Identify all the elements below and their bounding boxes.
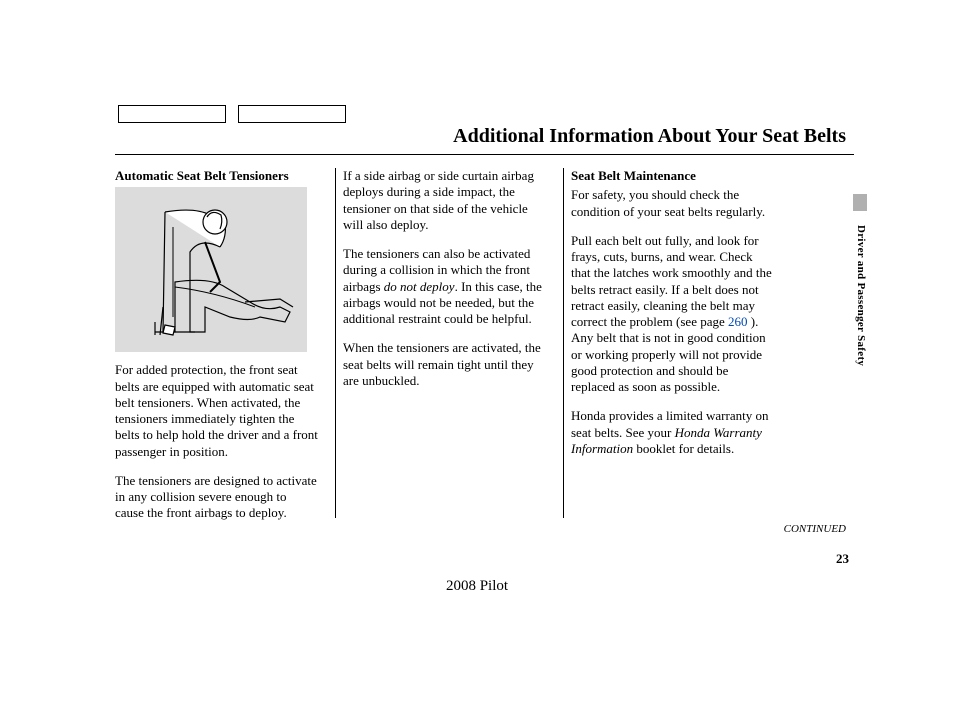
col2-p2-italic: do not deploy [384, 279, 455, 294]
col3-p2: Pull each belt out fully, and look for f… [571, 233, 774, 396]
continued-label: CONTINUED [784, 523, 846, 535]
column-separator-2 [563, 168, 564, 518]
column-separator-1 [335, 168, 336, 518]
col2-p2: The tensioners can also be activated dur… [343, 246, 546, 327]
page-number: 23 [836, 551, 849, 567]
col3-p3: Honda provides a limited warranty on sea… [571, 408, 774, 457]
title-rule [115, 154, 854, 155]
side-tab [853, 194, 867, 211]
col1-heading: Automatic Seat Belt Tensioners [115, 168, 318, 184]
col3-p1: For safety, you should check the conditi… [571, 187, 774, 220]
col2-p3: When the tensioners are activated, the s… [343, 340, 546, 389]
nav-box-2[interactable] [238, 105, 346, 123]
col1-p2: The tensioners are designed to activate … [115, 473, 318, 522]
side-section-label: Driver and Passenger Safety [855, 225, 867, 366]
page-reference-link[interactable]: 260 [728, 314, 748, 329]
footer-model: 2008 Pilot [446, 578, 508, 595]
col3-p3b: booklet for details. [633, 441, 734, 456]
col3-heading: Seat Belt Maintenance [571, 168, 774, 184]
col2-p1: If a side airbag or side curtain airbag … [343, 168, 546, 233]
column-3: Seat Belt Maintenance For safety, you sh… [571, 168, 784, 535]
nav-box-1[interactable] [118, 105, 226, 123]
page-title: Additional Information About Your Seat B… [453, 125, 846, 148]
column-2: If a side airbag or side curtain airbag … [343, 168, 556, 535]
column-1: Automatic Seat Belt Tensioners For [115, 168, 328, 535]
seat-belt-illustration [115, 187, 307, 352]
col1-p1: For added protection, the front seat bel… [115, 362, 318, 460]
